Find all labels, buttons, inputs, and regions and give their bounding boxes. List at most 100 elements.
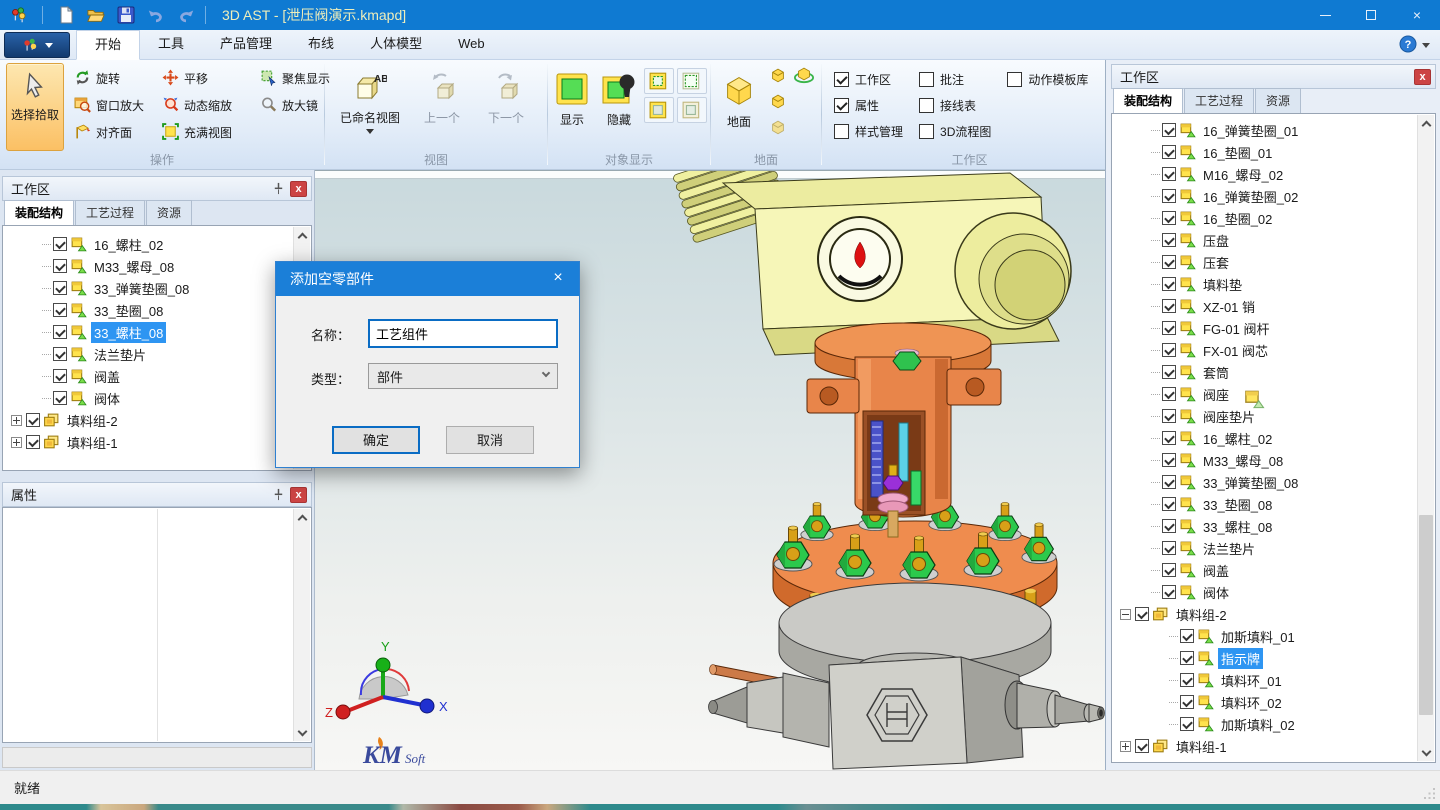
ribbon-tab-3[interactable]: 布线 xyxy=(290,30,352,60)
tree-checkbox[interactable] xyxy=(1162,277,1176,291)
panel-tab-2[interactable]: 资源 xyxy=(1255,88,1301,113)
rotate-button[interactable]: 旋转 xyxy=(70,65,158,92)
panel-tab-0[interactable]: 装配结构 xyxy=(4,200,74,226)
fit-view-button[interactable]: 充满视图 xyxy=(158,119,256,146)
tree-item[interactable]: M16_螺母_02 xyxy=(1112,163,1435,185)
tree-item[interactable]: 压盘 xyxy=(1112,229,1435,251)
checkbox[interactable] xyxy=(1007,72,1022,87)
tree-checkbox[interactable] xyxy=(1162,145,1176,159)
tree-checkbox[interactable] xyxy=(53,347,67,361)
tree-item[interactable]: 16_弹簧垫圈_02 xyxy=(1112,185,1435,207)
tree-item[interactable]: 16_螺柱_02 xyxy=(1112,427,1435,449)
tree-item[interactable]: FX-01 阀芯 xyxy=(1112,339,1435,361)
tree-checkbox[interactable] xyxy=(53,281,67,295)
tree-item[interactable]: 阀盖 xyxy=(1112,559,1435,581)
expand-toggle[interactable] xyxy=(11,415,22,426)
tree-checkbox[interactable] xyxy=(1162,563,1176,577)
chevron-down-icon[interactable] xyxy=(1422,43,1430,48)
new-document-button[interactable] xyxy=(53,3,79,27)
tree-checkbox[interactable] xyxy=(53,369,67,383)
checkbox[interactable] xyxy=(919,124,934,139)
panel-toggle-动作模板库[interactable]: 动作模板库 xyxy=(1007,66,1088,92)
redo-button[interactable] xyxy=(173,3,199,27)
3d-viewport[interactable]: Y X Z KM Soft xyxy=(315,170,1105,770)
checkbox[interactable] xyxy=(834,98,849,113)
tree-checkbox[interactable] xyxy=(1162,541,1176,555)
tree-checkbox[interactable] xyxy=(1135,607,1149,621)
panel-tab-1[interactable]: 工艺过程 xyxy=(1184,88,1254,113)
panel-toggle-3D流程图[interactable]: 3D流程图 xyxy=(919,118,991,144)
previous-view-button[interactable]: 上一个 xyxy=(411,63,473,151)
tree-item[interactable]: 33_垫圈_08 xyxy=(1112,493,1435,515)
display-style-1-button[interactable] xyxy=(644,68,674,94)
checkbox[interactable] xyxy=(834,72,849,87)
tree-item[interactable]: 法兰垫片 xyxy=(3,343,311,365)
tree-item[interactable]: 填料组-1 xyxy=(1112,735,1435,757)
panel-toggle-样式管理[interactable]: 样式管理 xyxy=(834,118,903,144)
tree-checkbox[interactable] xyxy=(1162,321,1176,335)
minimize-button[interactable] xyxy=(1302,0,1348,30)
show-button[interactable]: 显示 xyxy=(550,63,594,149)
tree-checkbox[interactable] xyxy=(1162,167,1176,181)
pan-button[interactable]: 平移 xyxy=(158,65,256,92)
tree-item[interactable]: 33_垫圈_08 xyxy=(3,299,311,321)
tree-checkbox[interactable] xyxy=(1162,365,1176,379)
window-zoom-button[interactable]: 窗口放大 xyxy=(70,92,158,119)
tree-checkbox[interactable] xyxy=(1162,453,1176,467)
checkbox[interactable] xyxy=(919,72,934,87)
maximize-button[interactable] xyxy=(1348,0,1394,30)
checkbox[interactable] xyxy=(834,124,849,139)
tree-checkbox[interactable] xyxy=(53,259,67,273)
tree-checkbox[interactable] xyxy=(1180,651,1194,665)
scroll-up-button[interactable] xyxy=(294,227,310,244)
application-menu-button[interactable] xyxy=(4,32,70,58)
tree-item[interactable]: 16_螺柱_02 xyxy=(3,233,311,255)
tree-item[interactable]: 填料组-2 xyxy=(3,409,311,431)
panel-tab-2[interactable]: 资源 xyxy=(146,200,192,225)
scroll-down-button[interactable] xyxy=(294,724,310,741)
named-views-button[interactable]: AB 已命名视图 xyxy=(333,63,407,151)
tree-item[interactable]: 16_垫圈_01 xyxy=(1112,141,1435,163)
mini-cube-icon[interactable] xyxy=(769,92,787,113)
ground-button[interactable]: 地面 xyxy=(715,63,763,149)
tree-item[interactable]: M33_螺母_08 xyxy=(3,255,311,277)
tree-checkbox[interactable] xyxy=(53,391,67,405)
tree-item[interactable]: FG-01 阀杆 xyxy=(1112,317,1435,339)
close-button[interactable]: × xyxy=(1394,0,1440,30)
resize-grip[interactable] xyxy=(1424,788,1436,800)
expand-toggle[interactable] xyxy=(1120,609,1131,620)
tree-checkbox[interactable] xyxy=(1180,673,1194,687)
dynamic-zoom-button[interactable]: 动态缩放 xyxy=(158,92,256,119)
display-style-2-button[interactable] xyxy=(677,68,707,94)
dialog-title-bar[interactable]: 添加空零部件 × xyxy=(276,262,579,296)
expand-toggle[interactable] xyxy=(1120,741,1131,752)
panel-toggle-属性[interactable]: 属性 xyxy=(834,92,903,118)
mini-cube-icon[interactable] xyxy=(769,66,787,87)
pin-icon[interactable] xyxy=(270,180,287,197)
tree-item[interactable]: 阀盖 xyxy=(3,365,311,387)
tree-checkbox[interactable] xyxy=(53,325,67,339)
close-panel-button[interactable]: x xyxy=(290,181,307,197)
ribbon-tab-4[interactable]: 人体模型 xyxy=(352,30,440,60)
tree-item[interactable]: 阀座垫片 xyxy=(1112,405,1435,427)
expand-toggle[interactable] xyxy=(11,437,22,448)
tree-checkbox[interactable] xyxy=(1162,343,1176,357)
panel-tab-0[interactable]: 装配结构 xyxy=(1113,88,1183,114)
tree-checkbox[interactable] xyxy=(1162,233,1176,247)
tree-item[interactable]: 加斯填料_02 xyxy=(1112,713,1435,735)
tree-checkbox[interactable] xyxy=(26,435,40,449)
close-panel-button[interactable]: x xyxy=(290,487,307,503)
align-face-button[interactable]: 对齐面 xyxy=(70,119,158,146)
display-style-3-button[interactable] xyxy=(644,97,674,123)
tree-item[interactable]: 33_弹簧垫圈_08 xyxy=(1112,471,1435,493)
hide-button[interactable]: 隐藏 xyxy=(596,63,642,149)
dialog-close-button[interactable]: × xyxy=(537,262,579,296)
tree-item[interactable]: 压套 xyxy=(1112,251,1435,273)
ribbon-tab-0[interactable]: 开始 xyxy=(76,30,140,60)
open-file-button[interactable] xyxy=(83,3,109,27)
tree-item[interactable]: 填料环_01 xyxy=(1112,669,1435,691)
display-style-4-button[interactable] xyxy=(677,97,707,123)
cancel-button[interactable]: 取消 xyxy=(446,426,534,454)
tree-item[interactable]: 填料环_02 xyxy=(1112,691,1435,713)
tree-item[interactable]: 加斯填料_01 xyxy=(1112,625,1435,647)
